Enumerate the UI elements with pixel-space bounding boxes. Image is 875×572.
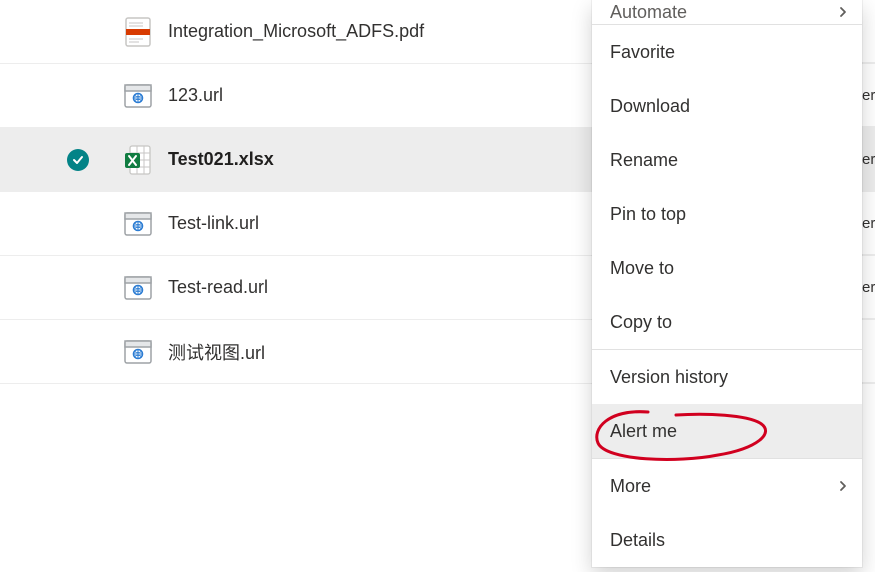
menu-label: Details <box>610 530 665 551</box>
menu-label: Alert me <box>610 421 677 442</box>
url-file-icon <box>108 276 168 300</box>
url-file-icon <box>108 340 168 364</box>
menu-item-alert-me[interactable]: Alert me <box>592 404 862 458</box>
truncated-column-text: er <box>861 128 875 191</box>
menu-label: Favorite <box>610 42 675 63</box>
menu-label: Automate <box>610 2 687 23</box>
menu-label: Move to <box>610 258 674 279</box>
menu-item-rename[interactable]: Rename <box>592 133 862 187</box>
menu-item-automate[interactable]: Automate <box>592 0 862 24</box>
pdf-file-icon <box>108 17 168 47</box>
truncated-column-text <box>861 320 875 383</box>
menu-item-version-history[interactable]: Version history <box>592 350 862 404</box>
url-file-icon <box>108 212 168 236</box>
menu-label: More <box>610 476 651 497</box>
menu-label: Copy to <box>610 312 672 333</box>
menu-item-move-to[interactable]: Move to <box>592 241 862 295</box>
chevron-right-icon <box>838 5 848 19</box>
menu-item-favorite[interactable]: Favorite <box>592 25 862 79</box>
url-file-icon <box>108 84 168 108</box>
truncated-column-text: er <box>861 192 875 255</box>
check-icon <box>67 149 89 171</box>
xlsx-file-icon <box>108 145 168 175</box>
truncated-column-text <box>861 0 875 63</box>
menu-label: Download <box>610 96 690 117</box>
menu-item-details[interactable]: Details <box>592 513 862 567</box>
menu-item-pin-to-top[interactable]: Pin to top <box>592 187 862 241</box>
menu-label: Pin to top <box>610 204 686 225</box>
menu-label: Version history <box>610 367 728 388</box>
menu-item-copy-to[interactable]: Copy to <box>592 295 862 349</box>
menu-item-download[interactable]: Download <box>592 79 862 133</box>
chevron-right-icon <box>838 479 848 493</box>
menu-label: Rename <box>610 150 678 171</box>
context-menu: Automate Favorite Download Rename Pin to to… <box>592 0 862 567</box>
truncated-column-text: er <box>861 256 875 319</box>
menu-item-more[interactable]: More <box>592 459 862 513</box>
truncated-column-text: er <box>861 64 875 127</box>
selection-check[interactable] <box>48 149 108 171</box>
